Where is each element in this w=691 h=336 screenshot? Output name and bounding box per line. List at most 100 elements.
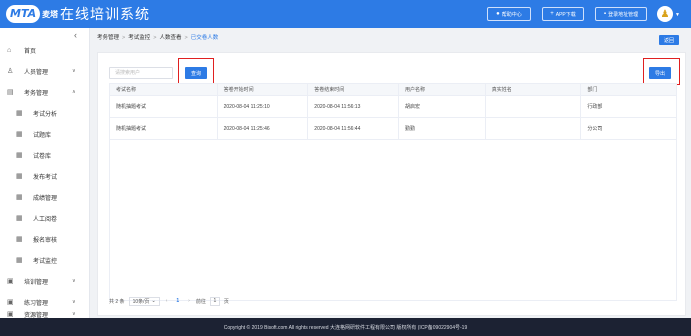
breadcrumb: 考务管理 > 考试监控 > 人数查看 > 已交卷人数 — [97, 33, 218, 41]
sidebar-item-label: 首页 — [24, 48, 37, 55]
user-icon: ♙ — [7, 68, 14, 75]
table-cell: 勤勤 — [399, 118, 486, 139]
question-bank-icon: ▦ — [16, 131, 23, 138]
chevron-down-icon: ∨ — [72, 68, 76, 74]
page-suffix: 页 — [223, 298, 229, 305]
sidebar-item-exam-analysis[interactable]: ▦ 考试分析 — [0, 104, 90, 122]
address-icon: ▪ — [603, 11, 607, 17]
table-header: 考试名称 答卷开始时间 答卷结束时间 用户名称 真实姓名 部门 — [109, 83, 677, 96]
back-button[interactable]: 返回 — [659, 35, 679, 45]
breadcrumb-item[interactable]: 考试监控 — [128, 35, 150, 41]
help-center-button[interactable]: ● 帮助中心 — [487, 7, 531, 21]
login-address-label: 登录地址管理 — [608, 11, 639, 18]
breadcrumb-item[interactable]: 人数查看 — [159, 35, 181, 41]
help-icon: ● — [496, 11, 500, 17]
sidebar-item-registration-review[interactable]: ▦ 报名审核 — [0, 230, 90, 248]
resource-icon: ▣ — [7, 311, 14, 318]
sidebar-item-label: 考务管理 — [24, 90, 49, 97]
chevron-down-icon: ∨ — [72, 311, 76, 317]
breadcrumb-item[interactable]: 考务管理 — [97, 35, 119, 41]
goto-label: 前往 — [195, 298, 206, 305]
goto-page-input[interactable]: 1 — [209, 296, 220, 306]
sidebar-item-publish-exam[interactable]: ▦ 发布考试 — [0, 167, 90, 185]
avatar[interactable]: ♟ — [657, 6, 673, 22]
main-content: 考务管理 > 考试监控 > 人数查看 > 已交卷人数 返回 请搜索用户 查询 导出 考试名称… — [91, 28, 691, 318]
sidebar-item-label: 发布考试 — [33, 174, 58, 181]
sidebar-item-label: 培训管理 — [24, 279, 49, 286]
submitted-table: 考试名称 答卷开始时间 答卷结束时间 用户名称 真实姓名 部门 随机抽题考试 2… — [109, 83, 677, 301]
app-download-button[interactable]: + APP下载 — [542, 7, 584, 21]
page-size-value: 10条/页 — [132, 298, 150, 305]
next-page-icon[interactable]: › — [186, 298, 192, 304]
paper-bank-icon: ▦ — [16, 152, 23, 159]
sidebar-item-label: 人员管理 — [24, 69, 49, 76]
analysis-icon: ▦ — [16, 110, 23, 117]
breadcrumb-separator: > — [122, 35, 126, 41]
search-input[interactable]: 请搜索用户 — [109, 67, 173, 79]
logo-text: 麦塔 — [42, 9, 59, 19]
prev-page-icon[interactable]: ‹ — [164, 298, 170, 304]
sidebar-item-label: 考试分析 — [33, 111, 58, 118]
sidebar-item-label: 试题库 — [33, 132, 52, 139]
score-icon: ▦ — [16, 194, 23, 201]
sidebar-item-paper-bank[interactable]: ▦ 试卷库 — [0, 146, 90, 164]
table-cell: 胡启宏 — [399, 96, 486, 117]
sidebar-item-manual-marking[interactable]: ▦ 人工阅卷 — [0, 209, 90, 227]
logo-badge: MTA — [6, 5, 41, 23]
help-center-label: 帮助中心 — [501, 11, 522, 18]
publish-icon: ▦ — [16, 173, 23, 180]
column-header: 用户名称 — [399, 84, 486, 95]
table-cell: 2020-08-04 11:56:44 — [308, 118, 399, 139]
breadcrumb-separator: > — [184, 35, 188, 41]
sidebar-item-label: 考试监控 — [33, 258, 58, 265]
export-button[interactable]: 导出 — [649, 67, 671, 79]
page-size-select[interactable]: 10条/页 ⌄ — [128, 296, 160, 306]
table-cell — [486, 118, 582, 139]
chevron-down-icon: ∨ — [72, 299, 76, 305]
sidebar-item-label: 人工阅卷 — [33, 216, 58, 223]
table-row: 随机抽题考试 2020-08-04 11:25:10 2020-08-04 11… — [109, 96, 677, 118]
sidebar-item-resources[interactable]: ▣ 资源管理 ∨ — [0, 310, 90, 318]
sidebar-item-question-bank[interactable]: ▦ 试题库 — [0, 125, 90, 143]
chevron-down-icon[interactable]: ▼ — [675, 12, 680, 18]
login-address-button[interactable]: ▪ 登录地址管理 — [595, 7, 647, 21]
chevron-down-icon: ∨ — [72, 278, 76, 284]
sidebar-item-label: 试卷库 — [33, 153, 52, 160]
download-icon: + — [550, 11, 554, 17]
top-header: MTA 麦塔 在线培训系统 ● 帮助中心 + APP下载 ▪ 登录地址管理 ♟ … — [0, 0, 691, 28]
table-cell: 2020-08-04 11:56:13 — [308, 96, 399, 117]
practice-icon: ▣ — [7, 299, 14, 306]
review-icon: ▦ — [16, 236, 23, 243]
table-cell: 随机抽题考试 — [110, 118, 218, 139]
sidebar-item-training[interactable]: ▣ 培训管理 ∨ — [0, 272, 90, 290]
sidebar-item-exam-affairs[interactable]: ▤ 考务管理 ∧ — [0, 83, 90, 101]
table-empty-area — [109, 140, 677, 301]
content-card: 请搜索用户 查询 导出 考试名称 答卷开始时间 答卷结束时间 用户名称 真实姓名… — [97, 52, 686, 316]
system-title: 在线培训系统 — [60, 6, 150, 22]
exam-icon: ▤ — [7, 89, 14, 96]
sidebar-item-score-management[interactable]: ▦ 成绩管理 — [0, 188, 90, 206]
table-cell: 随机抽题考试 — [110, 96, 218, 117]
page-number[interactable]: 1 — [173, 298, 182, 304]
sidebar-item-label: 资源管理 — [24, 312, 49, 319]
breadcrumb-current: 已交卷人数 — [190, 35, 219, 41]
query-button[interactable]: 查询 — [185, 67, 207, 79]
monitor-icon: ▦ — [16, 257, 23, 264]
column-header: 考试名称 — [110, 84, 218, 95]
logo: MTA 麦塔 — [6, 5, 58, 23]
chevron-down-icon: ⌄ — [151, 298, 156, 304]
sidebar: ‹ ⌂ 首页 ♙ 人员管理 ∨ ▤ 考务管理 ∧ ▦ 考试分析 ▦ 试题库 ▦ … — [0, 28, 90, 318]
sidebar-item-exam-monitor[interactable]: ▦ 考试监控 — [0, 251, 90, 269]
collapse-sidebar-icon[interactable]: ‹ — [74, 30, 77, 40]
marking-icon: ▦ — [16, 215, 23, 222]
table-cell: 分公司 — [587, 126, 603, 132]
sidebar-item-practice[interactable]: ▣ 练习管理 ∨ — [0, 293, 90, 311]
sidebar-item-personnel[interactable]: ♙ 人员管理 ∨ — [0, 62, 90, 80]
sidebar-item-home[interactable]: ⌂ 首页 — [0, 41, 90, 59]
table-cell: 2020-08-04 11:25:10 — [218, 96, 309, 117]
table-cell — [486, 96, 582, 117]
table-cell: 2020-08-04 11:25:46 — [218, 118, 309, 139]
home-icon: ⌂ — [7, 46, 12, 54]
column-header: 部门 — [587, 87, 598, 93]
sidebar-item-label: 成绩管理 — [33, 195, 58, 202]
